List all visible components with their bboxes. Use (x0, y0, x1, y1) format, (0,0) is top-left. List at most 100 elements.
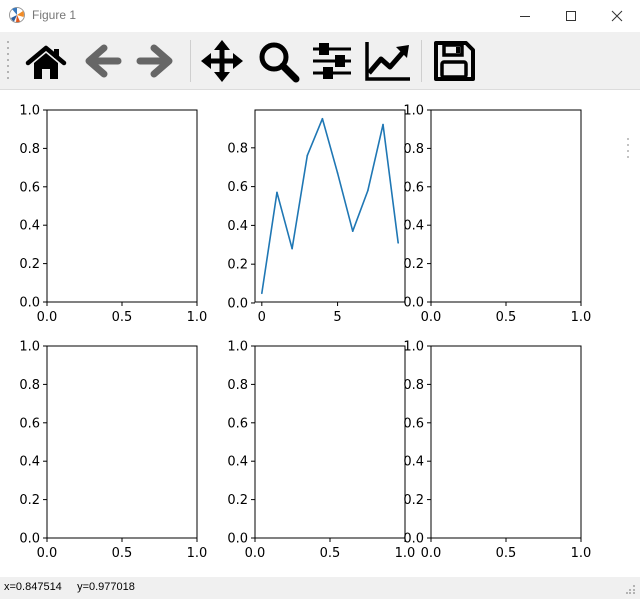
series-line (261, 117, 399, 294)
zoom-button[interactable] (256, 39, 300, 83)
resize-grip-icon[interactable] (626, 584, 636, 594)
y-tick-label: 0.6 (19, 180, 40, 195)
y-tick-label: 0.8 (403, 378, 424, 393)
splitter-handle[interactable] (626, 136, 630, 160)
y-tick-label: 0.0 (403, 532, 424, 547)
y-tick-label: 0.8 (227, 141, 248, 156)
x-tick-label: 0.0 (421, 546, 442, 561)
x-tick-label: 0.5 (112, 310, 133, 325)
y-tick-label: 0.8 (227, 378, 248, 393)
x-tick-label: 0.5 (496, 546, 517, 561)
edit-axes-button[interactable] (364, 39, 410, 83)
sliders-icon (313, 43, 351, 79)
forward-button[interactable] (134, 39, 178, 83)
toolbar-grip[interactable] (6, 38, 10, 84)
y-tick-label: 0.4 (403, 455, 424, 470)
y-tick-label: 0.2 (19, 257, 40, 272)
y-tick-label: 1.0 (403, 340, 424, 355)
y-tick-label: 1.0 (19, 340, 40, 355)
y-tick-label: 0.6 (227, 180, 248, 195)
x-tick-label: 1.0 (571, 310, 592, 325)
axes-frame (254, 345, 406, 539)
subplot-axes[interactable]: 0.0 0.2 0.4 0.6 0.8 0 5 (227, 109, 406, 325)
data-point (336, 172, 339, 174)
y-tick-label: 0.4 (19, 219, 40, 234)
toolbar-separator (190, 40, 191, 82)
minimize-icon (520, 16, 530, 17)
save-button[interactable] (432, 39, 476, 83)
x-tick-label: 0.5 (496, 310, 517, 325)
axes-frame (430, 109, 582, 303)
x-tick-label: 5 (333, 310, 341, 325)
close-icon (611, 10, 623, 22)
y-tick-label: 0.0 (19, 532, 40, 547)
subplot-axes[interactable]: 0.0 0.2 0.4 0.6 0.8 1.0 0.0 0.5 1.0 (227, 340, 415, 562)
trend-chart-icon (365, 42, 410, 81)
subplot-axes[interactable]: 0.0 0.2 0.4 0.6 0.8 1.0 0.0 0.5 1.0 (19, 340, 207, 562)
home-button[interactable] (24, 39, 68, 83)
axes-frame (46, 345, 198, 539)
data-point (397, 242, 399, 244)
data-point (261, 292, 263, 295)
floppy-disk-icon (434, 41, 475, 81)
y-tick-label: 0.4 (19, 455, 40, 470)
title-bar: Figure 1 (0, 0, 640, 32)
x-tick-label: 1.0 (395, 546, 416, 561)
y-tick-label: 0.0 (227, 532, 248, 547)
minimize-button[interactable] (502, 0, 548, 32)
subplot-axes[interactable]: 0.0 0.2 0.4 0.6 0.8 1.0 0.0 0.5 1.0 (403, 340, 591, 562)
x-tick-label: 0.0 (37, 546, 58, 561)
y-tick-label: 0.2 (403, 493, 424, 508)
y-tick-label: 0.6 (227, 416, 248, 431)
maximize-button[interactable] (548, 0, 594, 32)
y-tick-label: 0.8 (19, 142, 40, 157)
toolbar-separator (421, 40, 422, 82)
y-tick-label: 0.2 (403, 257, 424, 272)
axes-frame (254, 109, 406, 303)
y-tick-label: 1.0 (227, 340, 248, 355)
y-tick-label: 0.8 (403, 142, 424, 157)
x-tick-label: 0.0 (37, 310, 58, 325)
subplot-axes[interactable]: 0.0 0.2 0.4 0.6 0.8 1.0 0.0 0.5 1.0 (403, 104, 591, 326)
back-button[interactable] (80, 39, 124, 83)
data-point (321, 117, 324, 120)
home-icon (25, 45, 67, 79)
data-point (367, 189, 369, 192)
maximize-icon (566, 11, 576, 21)
y-tick-label: 0.0 (227, 296, 248, 311)
arrow-right-icon (136, 44, 173, 78)
subplot-axes[interactable]: 0.0 0.2 0.4 0.6 0.8 1.0 0.0 0.5 1.0 (19, 104, 207, 326)
axes-frame (46, 109, 198, 303)
data-point (276, 191, 278, 194)
y-tick-label: 1.0 (19, 104, 40, 119)
data-point (306, 154, 309, 157)
x-tick-label: 1.0 (187, 310, 208, 325)
close-button[interactable] (594, 0, 640, 32)
y-tick-label: 0.2 (19, 493, 40, 508)
y-tick-label: 0.6 (403, 416, 424, 431)
figure-canvas[interactable]: 0.00.20.40.60.81.00.0 0.5 1.00.00.20.40.60… (2, 90, 638, 576)
y-tick-label: 0.0 (403, 296, 424, 311)
x-tick-label: 1.0 (187, 546, 208, 561)
data-point (291, 247, 293, 250)
navigation-toolbar (0, 32, 640, 90)
move-arrows-icon (201, 40, 243, 82)
data-point (351, 230, 354, 233)
magnifier-icon (259, 42, 300, 83)
y-tick-label: 0.2 (227, 493, 248, 508)
x-tick-label: 0.5 (320, 546, 341, 561)
window-title: Figure 1 (32, 8, 77, 22)
y-tick-label: 0.0 (19, 296, 40, 311)
pan-button[interactable] (200, 39, 244, 83)
status-bar: x=0.847514 y=0.977018 (0, 577, 640, 599)
y-tick-label: 0.6 (403, 180, 424, 195)
y-tick-label: 0.4 (403, 219, 424, 234)
cursor-coordinates: x=0.847514 y=0.977018 (4, 581, 135, 593)
y-tick-label: 0.8 (19, 378, 40, 393)
x-tick-label: 0.0 (421, 310, 442, 325)
configure-subplots-button[interactable] (310, 39, 354, 83)
axes-frame (430, 345, 582, 539)
x-tick-label: 1.0 (571, 546, 592, 561)
y-tick-label: 0.4 (227, 455, 248, 470)
y-tick-label: 0.6 (19, 416, 40, 431)
